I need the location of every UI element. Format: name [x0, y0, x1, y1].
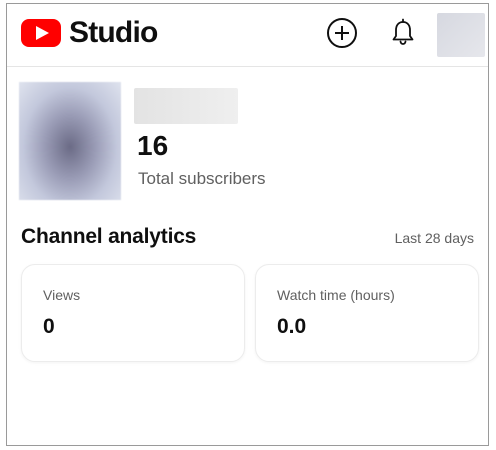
subscriber-label: Total subscribers	[138, 169, 266, 188]
watch-time-label: Watch time (hours)	[277, 287, 395, 303]
create-button[interactable]	[325, 16, 359, 50]
account-avatar[interactable]	[437, 13, 485, 57]
plus-vertical	[341, 26, 343, 40]
analytics-period: Last 28 days	[394, 230, 474, 246]
views-value: 0	[43, 315, 55, 338]
analytics-title: Channel analytics	[21, 225, 197, 248]
bell-icon	[392, 18, 414, 45]
youtube-play-icon	[21, 19, 61, 47]
studio-window: Studio 16 Total subscribers Channel anal…	[6, 3, 489, 446]
views-label: Views	[43, 287, 81, 303]
channel-photo[interactable]	[19, 82, 121, 200]
views-card[interactable]: Views 0	[21, 264, 245, 362]
top-app-bar: Studio	[7, 4, 488, 67]
watch-time-card[interactable]: Watch time (hours) 0.0	[255, 264, 479, 362]
watch-time-value: 0.0	[277, 315, 307, 338]
notifications-button[interactable]	[386, 16, 420, 50]
app-title: Studio	[69, 16, 158, 49]
studio-logo[interactable]: Studio	[21, 18, 158, 48]
channel-name-redacted	[134, 88, 238, 124]
subscriber-count: 16	[137, 130, 169, 161]
